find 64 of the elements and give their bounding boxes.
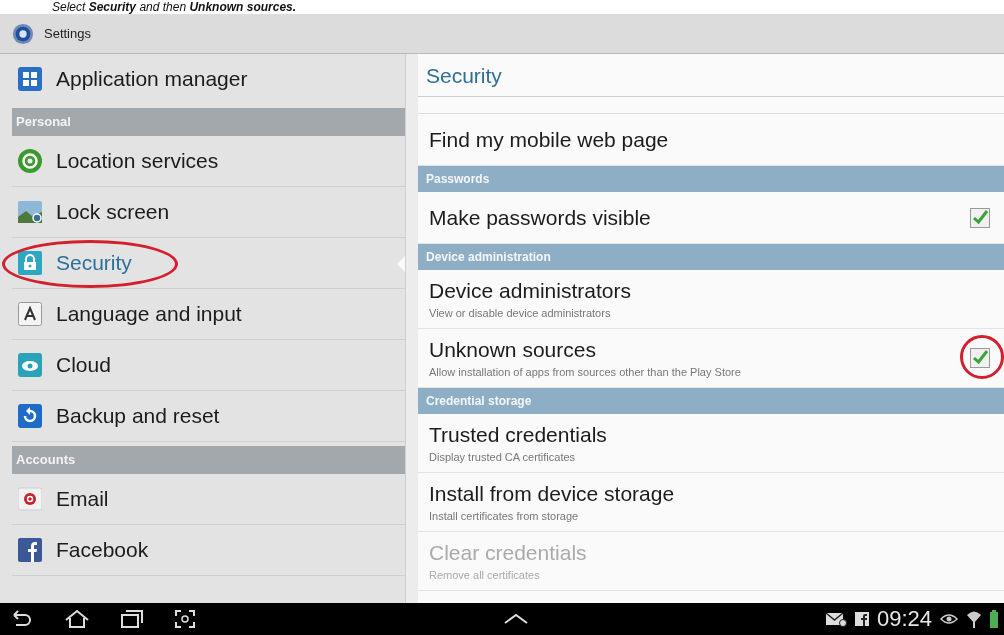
section-header: Accounts (12, 446, 405, 474)
section-header: Credential storage (418, 388, 1004, 414)
sidebar-item[interactable]: Language and input (12, 289, 405, 340)
gear-icon (12, 22, 34, 45)
checkbox[interactable] (970, 207, 990, 228)
row-subtitle: Remove all certificates (429, 569, 541, 581)
item-label: Language and input (56, 302, 242, 326)
landscape-picture-icon (18, 200, 42, 224)
item-label: Backup and reset (56, 404, 220, 428)
item-label: Location services (56, 149, 219, 173)
sidebar-item[interactable]: Security (12, 238, 405, 289)
row-title: Clear credentials (429, 541, 588, 565)
row-title: Install from device storage (429, 482, 676, 506)
row-subtitle: Display trusted CA certificates (429, 451, 577, 463)
row-subtitle: Install certificates from storage (429, 510, 580, 522)
section-header: Passwords (418, 166, 1004, 192)
settings-row[interactable]: Install from device storage Install certificates from storage (418, 473, 1004, 532)
item-label: Cloud (56, 353, 111, 377)
padlock-icon (18, 251, 42, 275)
sidebar-item[interactable]: Facebook (12, 525, 405, 576)
row-title: Unknown sources (429, 338, 597, 362)
cloud-icon (18, 353, 42, 377)
row-subtitle: View or disable device administrators (429, 307, 612, 319)
sidebar-item[interactable]: Email (12, 474, 405, 525)
section-header: Personal (12, 108, 405, 136)
item-label: Lock screen (56, 200, 170, 224)
facebook-f-icon (18, 538, 42, 562)
item-label: Email (56, 487, 109, 511)
envelope-icon (824, 611, 847, 627)
recent-apps-icon[interactable] (120, 609, 144, 629)
battery-icon (990, 610, 998, 628)
panel-title: Security (418, 54, 1004, 97)
caret-icon[interactable] (503, 613, 529, 625)
sidebar-item[interactable]: Backup and reset (12, 391, 405, 442)
settings-row[interactable]: Device administrators View or disable device administrators (418, 270, 1004, 329)
sidebar-item[interactable]: Application manager (12, 54, 405, 104)
item-label: Security (56, 251, 132, 275)
row-title: Make passwords visible (429, 205, 652, 230)
facebook-f-icon (854, 612, 869, 626)
row-title: Device administrators (429, 279, 632, 303)
row-title: Find my mobile web page (429, 127, 670, 152)
item-label: Application manager (56, 67, 248, 91)
wifi-icon (966, 610, 982, 628)
envelope-icon (18, 487, 42, 511)
screenshot-icon[interactable] (174, 609, 196, 629)
apps-grid-icon (18, 67, 42, 91)
letter-a-icon (18, 302, 42, 326)
sidebar-item[interactable]: Lock screen (12, 187, 405, 238)
clock-time: 09:24 (876, 606, 932, 632)
section-header: Device administration (418, 244, 1004, 270)
window-title: Settings (44, 26, 91, 41)
row-title: Trusted credentials (429, 423, 608, 447)
instruction-caption: Select Security and then Unknown sources. (51, 0, 298, 14)
pointer-icon (397, 254, 405, 274)
home-icon[interactable] (64, 609, 90, 629)
target-icon (18, 149, 42, 173)
back-icon[interactable] (10, 609, 34, 629)
item-label: Facebook (56, 538, 149, 562)
sidebar-item[interactable]: Cloud (12, 340, 405, 391)
row-subtitle: Allow installation of apps from sources other than the Play Store (429, 366, 742, 378)
eye-icon (940, 613, 958, 625)
checkbox[interactable] (970, 348, 990, 368)
settings-row[interactable]: Trusted credentials Display trusted CA certificates (418, 414, 1004, 473)
sidebar-item[interactable]: Location services (12, 136, 405, 187)
